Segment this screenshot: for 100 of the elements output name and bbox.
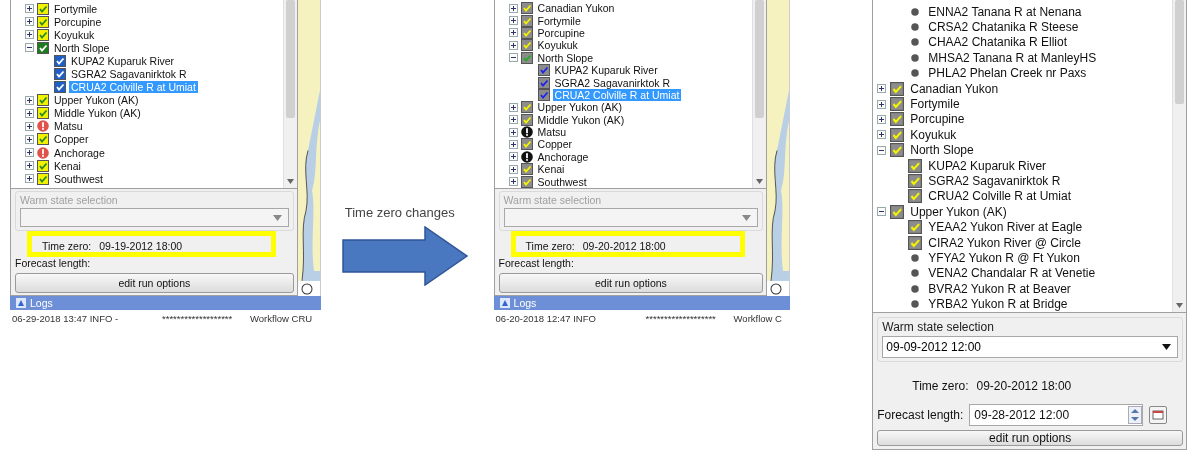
tree-item[interactable]: Porcupine <box>908 112 967 127</box>
tree-item[interactable]: Kenai <box>52 159 83 172</box>
expand-toggle[interactable] <box>877 84 887 94</box>
tree-item[interactable]: Upper Yukon (AK) <box>908 204 1009 219</box>
tree-item[interactable]: Koyukuk <box>52 28 97 41</box>
scroll-down-icon[interactable] <box>756 179 764 184</box>
tree-item[interactable]: YEAA2 Yukon River at Eagle <box>926 220 1085 235</box>
tree-item[interactable]: Matsu <box>535 126 569 139</box>
edit-run-options-button[interactable]: edit run options <box>877 430 1183 446</box>
expand-toggle[interactable] <box>25 161 34 171</box>
tree-item[interactable]: Fortymile <box>52 2 100 15</box>
tree-item[interactable]: PHLA2 Phelan Creek nr Paxs <box>926 66 1089 81</box>
expand-toggle[interactable] <box>25 108 34 118</box>
tree-item[interactable]: North Slope <box>908 143 976 158</box>
scrollbar[interactable] <box>1172 0 1186 312</box>
tree-item[interactable]: Matsu <box>52 120 85 133</box>
expand-toggle[interactable] <box>877 145 887 155</box>
tree-item[interactable]: Porcupine <box>535 26 587 39</box>
date-field[interactable]: 09-28-2012 12:00 <box>969 404 1144 426</box>
spinner-icon[interactable] <box>1128 406 1143 424</box>
tree-item[interactable]: SGRA2 Sagavanirktok R <box>926 174 1063 188</box>
scrollbar-thumb[interactable] <box>755 0 765 118</box>
expand-toggle[interactable] <box>25 174 34 184</box>
checkbox-icon <box>37 15 49 28</box>
expand-toggle[interactable] <box>508 102 518 112</box>
expand-toggle[interactable] <box>25 95 34 105</box>
tree-item[interactable]: Southwest <box>535 175 589 188</box>
tree-item[interactable]: Porcupine <box>52 15 104 28</box>
expand-toggle[interactable] <box>877 114 887 124</box>
tree-item[interactable]: SGRA2 Sagavanirktok R <box>552 76 673 89</box>
expand-toggle[interactable] <box>877 99 887 109</box>
tree-item[interactable]: Upper Yukon (AK) <box>535 101 624 114</box>
warm-state-dropdown[interactable]: 09-09-2012 12:00 <box>882 336 1178 358</box>
expand-toggle[interactable] <box>877 130 887 140</box>
expand-toggle[interactable] <box>25 4 34 14</box>
tree-item[interactable]: KUPA2 Kuparuk River <box>926 158 1049 173</box>
tree-item[interactable]: Anchorage <box>535 150 591 163</box>
expand-toggle[interactable] <box>508 115 518 125</box>
tree-item[interactable]: Fortymile <box>908 97 962 112</box>
field-label: Time zero: <box>42 240 92 252</box>
tree-item[interactable]: Canadian Yukon <box>908 81 1001 96</box>
tree-item[interactable]: CIRA2 Yukon River @ Circle <box>926 235 1083 250</box>
tree-item[interactable]: KUPA2 Kuparuk River <box>552 64 660 77</box>
tree-item[interactable]: SGRA2 Sagavanirktok R <box>69 68 189 80</box>
tree-item[interactable]: Anchorage <box>52 146 107 159</box>
scrollbar[interactable] <box>282 0 297 188</box>
tree-item[interactable]: Canadian Yukon <box>535 2 617 15</box>
expand-toggle[interactable] <box>508 3 518 13</box>
expand-toggle[interactable] <box>508 127 518 137</box>
tree-item[interactable]: YFYA2 Yukon R @ Ft Yukon <box>926 250 1082 265</box>
scrollbar-thumb[interactable] <box>1175 0 1184 104</box>
tree-item[interactable]: Middle Yukon (AK) <box>52 107 143 120</box>
expand-toggle[interactable] <box>25 148 34 158</box>
expand-toggle[interactable] <box>25 17 34 27</box>
tree-item[interactable]: Middle Yukon (AK) <box>535 113 627 126</box>
checkbox-icon <box>520 138 533 151</box>
tree-item[interactable]: BVRA2 Yukon R at Beaver <box>926 281 1073 296</box>
expand-toggle[interactable] <box>508 16 518 26</box>
tree-item[interactable]: CRSA2 Chatanika R Steese <box>926 20 1081 35</box>
tree-item[interactable]: Copper <box>535 138 574 151</box>
time-zero-value: 09-20-2012 18:00 <box>976 379 1072 393</box>
expand-toggle[interactable] <box>25 121 34 131</box>
tree-item[interactable]: ENNA2 Tanana R at Nenana <box>926 4 1084 19</box>
log-text: ******************* <box>645 313 717 324</box>
expand-toggle[interactable] <box>508 53 518 63</box>
tree-item[interactable]: Southwest <box>52 172 106 185</box>
tree-item[interactable]: CHAA2 Chatanika R Elliot <box>926 35 1069 50</box>
tree-item[interactable]: KUPA2 Kuparuk River <box>69 54 177 67</box>
tree-item[interactable]: Fortymile <box>535 14 583 27</box>
tree-item[interactable]: Koyukuk <box>535 39 580 52</box>
scrollbar[interactable] <box>752 0 767 188</box>
tree-item[interactable]: North Slope <box>535 51 595 64</box>
tree-item[interactable]: Upper Yukon (AK) <box>52 94 141 107</box>
calendar-icon[interactable] <box>1149 406 1168 424</box>
tree-item[interactable]: MHSA2 Tanana R at ManleyHS <box>926 50 1099 65</box>
tree-item[interactable]: Kenai <box>535 163 567 176</box>
expand-toggle[interactable] <box>25 30 34 40</box>
edit-run-options-button[interactable]: edit run options <box>498 273 764 293</box>
tree-item[interactable]: CRUA2 Colville R at Umiat <box>926 189 1073 204</box>
expand-toggle[interactable] <box>877 207 887 217</box>
scrollbar-thumb[interactable] <box>285 0 295 118</box>
expand-toggle[interactable] <box>508 40 518 50</box>
edit-run-options-button[interactable]: edit run options <box>15 273 294 293</box>
checkbox-icon <box>520 175 533 188</box>
scroll-down-icon[interactable] <box>286 179 294 184</box>
tree-item[interactable]: YRBA2 Yukon R at Bridge <box>926 297 1070 312</box>
tree-item[interactable]: Copper <box>52 133 91 146</box>
checkbox-icon <box>890 127 905 142</box>
expand-toggle[interactable] <box>508 177 518 187</box>
expand-toggle[interactable] <box>25 135 34 144</box>
tree-item[interactable]: North Slope <box>52 41 112 54</box>
expand-toggle[interactable] <box>508 164 518 174</box>
expand-toggle[interactable] <box>25 43 34 53</box>
log-text: Workflow CRU <box>250 313 314 324</box>
scroll-down-icon[interactable] <box>1176 303 1183 308</box>
expand-toggle[interactable] <box>508 140 518 149</box>
tree-item[interactable]: Koyukuk <box>908 127 959 142</box>
tree-item[interactable]: VENA2 Chandalar R at Venetie <box>926 266 1098 281</box>
expand-toggle[interactable] <box>508 152 518 162</box>
expand-toggle[interactable] <box>508 28 518 38</box>
